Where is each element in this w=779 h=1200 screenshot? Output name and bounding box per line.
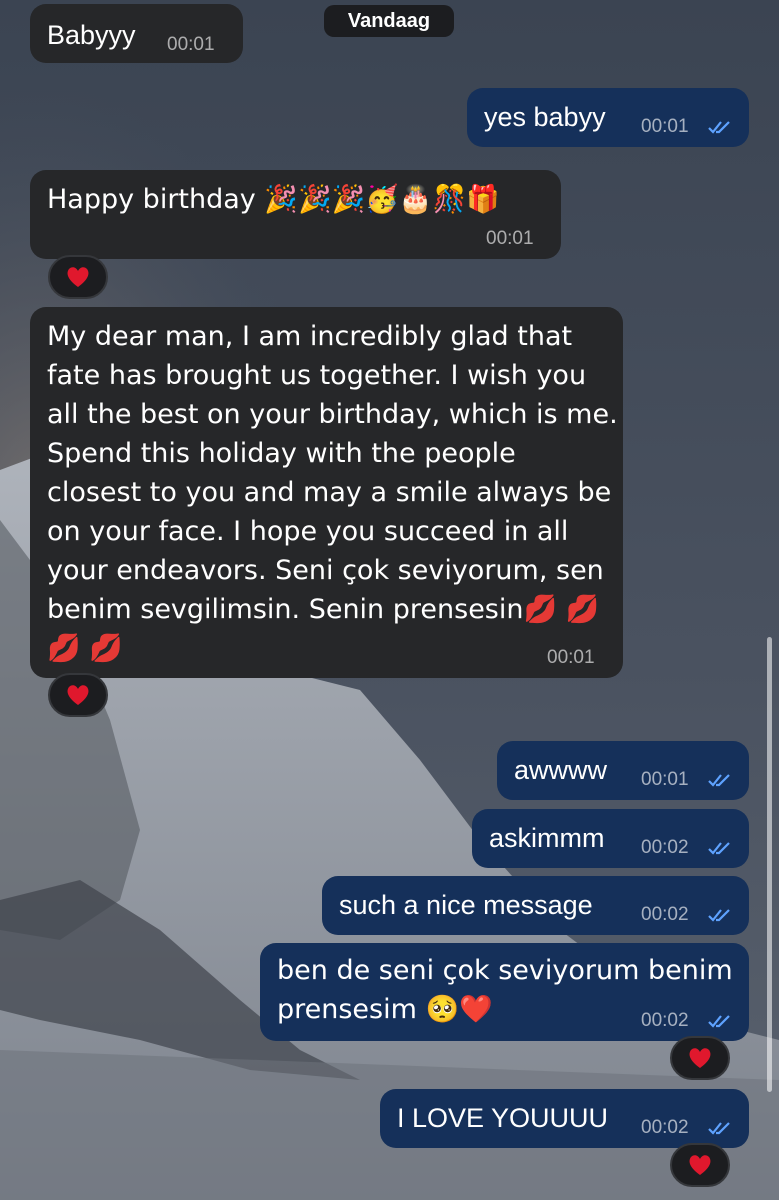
message-bubble-outgoing[interactable]: such a nice message 00:02 bbox=[322, 876, 749, 935]
message-text: I LOVE YOUUUU bbox=[397, 1103, 609, 1133]
message-time: 00:01 bbox=[641, 769, 689, 790]
message-text: such a nice message bbox=[339, 890, 593, 920]
reaction-badge[interactable] bbox=[670, 1036, 730, 1080]
message-bubble-outgoing[interactable]: yes babyy 00:01 bbox=[467, 88, 749, 147]
message-time: 00:02 bbox=[641, 1010, 689, 1031]
read-receipt-icon bbox=[708, 1122, 730, 1135]
date-label: Vandaag bbox=[347, 9, 431, 32]
read-receipt-icon bbox=[708, 909, 730, 922]
message-bubble-outgoing[interactable]: I LOVE YOUUUU 00:02 bbox=[380, 1089, 749, 1148]
read-receipt-icon bbox=[708, 1015, 730, 1028]
message-bubble-incoming[interactable]: Happy birthday 🎉🎉🎉🥳🎂🎊🎁 00:01 bbox=[30, 170, 561, 259]
message-text: awwww bbox=[514, 755, 608, 785]
message-bubble-outgoing[interactable]: ben de seni çok seviyorum benim prensesi… bbox=[260, 943, 749, 1041]
read-receipt-icon bbox=[708, 774, 730, 787]
message-time: 00:01 bbox=[641, 116, 689, 137]
message-time: 00:01 bbox=[486, 228, 534, 249]
heart-icon bbox=[689, 1155, 711, 1175]
message-bubble-incoming[interactable]: Babyyy 00:01 bbox=[30, 4, 243, 63]
heart-icon bbox=[689, 1048, 711, 1068]
scrollbar[interactable] bbox=[767, 637, 772, 1092]
message-time: 00:02 bbox=[641, 904, 689, 925]
message-text: Happy birthday 🎉🎉🎉🥳🎂🎊🎁 bbox=[47, 184, 500, 215]
message-time: 00:02 bbox=[641, 1117, 689, 1138]
message-bubble-outgoing[interactable]: awwww 00:01 bbox=[497, 741, 749, 800]
heart-icon bbox=[67, 685, 89, 705]
message-text: Babyyy bbox=[47, 20, 136, 50]
read-receipt-icon bbox=[708, 842, 730, 855]
message-time: 00:01 bbox=[547, 647, 595, 668]
message-time: 00:01 bbox=[167, 34, 215, 55]
message-text: yes babyy bbox=[484, 102, 606, 132]
heart-icon bbox=[67, 267, 89, 287]
message-text: My dear man, I am incredibly glad that f… bbox=[47, 321, 618, 664]
reaction-badge[interactable] bbox=[48, 673, 108, 717]
message-bubble-outgoing[interactable]: askimmm 00:02 bbox=[472, 809, 749, 868]
message-text: askimmm bbox=[489, 823, 605, 853]
message-time: 00:02 bbox=[641, 837, 689, 858]
reaction-badge[interactable] bbox=[48, 255, 108, 299]
read-receipt-icon bbox=[708, 121, 730, 134]
date-separator: Vandaag bbox=[324, 5, 454, 37]
message-bubble-incoming[interactable]: My dear man, I am incredibly glad that f… bbox=[30, 307, 623, 678]
reaction-badge[interactable] bbox=[670, 1143, 730, 1187]
